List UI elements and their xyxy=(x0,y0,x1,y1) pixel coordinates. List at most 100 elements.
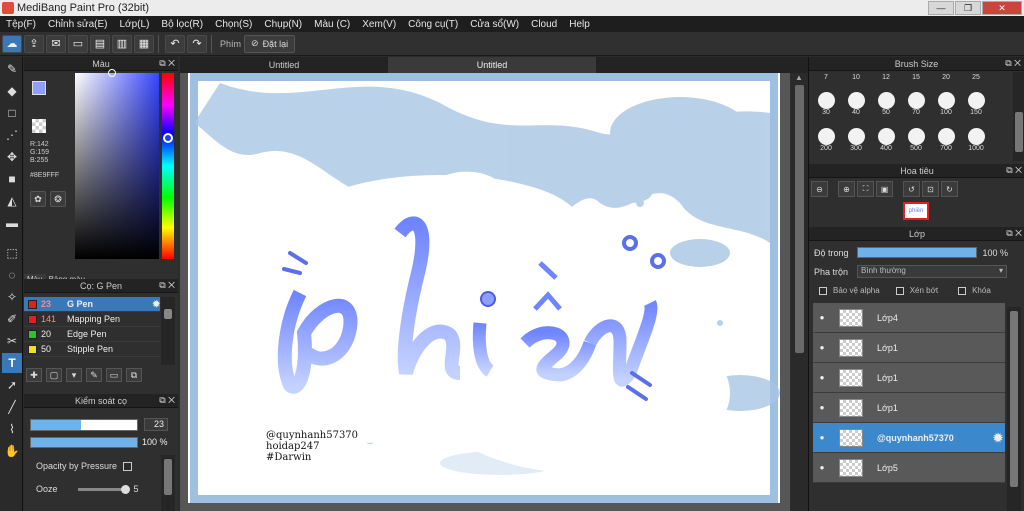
menu-file[interactable]: Tệp(F) xyxy=(0,19,42,30)
menu-view[interactable]: Xem(V) xyxy=(356,19,402,30)
reset-button[interactable]: ⊘ Đặt lại xyxy=(244,34,296,53)
upload-icon[interactable]: ⇪ xyxy=(24,34,44,53)
tab-untitled-1[interactable]: Untitled xyxy=(180,57,388,73)
cloud-icon[interactable]: ☁ xyxy=(2,34,22,53)
canvas-vertical-scrollbar[interactable]: ▲ xyxy=(791,73,808,511)
slider-knob[interactable] xyxy=(120,484,130,494)
brush-item-g-pen[interactable]: 23 G Pen ✹ xyxy=(24,297,160,312)
saturation-value-picker[interactable] xyxy=(75,73,159,259)
size-preset-200[interactable]: 200 xyxy=(811,128,841,154)
gradient-tool-icon[interactable]: ▬ xyxy=(2,213,22,233)
foreground-color-swatch[interactable] xyxy=(32,81,46,95)
size-preset-150[interactable]: 150 xyxy=(961,92,991,118)
gear-icon[interactable]: ✹ xyxy=(993,431,1003,445)
layer-row[interactable]: ● Lớp1 xyxy=(813,393,1005,423)
size-preset-400[interactable]: 400 xyxy=(871,128,901,154)
palette-icon[interactable]: ✿ xyxy=(30,191,46,207)
lock-checkbox[interactable] xyxy=(958,286,967,295)
visibility-icon[interactable]: ● xyxy=(813,403,831,412)
fill-rect-tool-icon[interactable]: ■ xyxy=(2,169,22,189)
layer-row[interactable]: ● Lớp5 xyxy=(813,453,1005,483)
scroll-thumb[interactable] xyxy=(1010,311,1018,487)
menu-window[interactable]: Cửa sổ(W) xyxy=(464,19,525,30)
comment-icon[interactable]: ✉ xyxy=(46,34,66,53)
hue-slider[interactable] xyxy=(162,73,174,259)
blend-mode-select[interactable]: Bình thường xyxy=(857,265,1008,278)
brush-size-value[interactable]: 23 xyxy=(144,418,168,431)
menu-edit[interactable]: Chỉnh sửa(E) xyxy=(42,19,114,30)
opacity-pressure-checkbox[interactable] xyxy=(123,461,133,471)
folder-icon[interactable]: ▭ xyxy=(106,368,122,382)
visibility-icon[interactable]: ● xyxy=(813,313,831,322)
size-preset-300[interactable]: 300 xyxy=(841,128,871,154)
brush-tool-icon[interactable]: ✎ xyxy=(2,59,22,79)
rotate-left-icon[interactable]: ↺ xyxy=(903,181,920,197)
visibility-icon[interactable]: ● xyxy=(813,433,831,442)
size-preset-30[interactable]: 30 xyxy=(811,92,841,118)
visibility-icon[interactable]: ● xyxy=(813,463,831,472)
eraser-tool-icon[interactable]: ◆ xyxy=(2,81,22,101)
menu-color[interactable]: Màu (C) xyxy=(308,19,356,30)
size-preset-500[interactable]: 500 xyxy=(901,128,931,154)
undo-icon[interactable]: ↶ xyxy=(165,34,185,53)
actual-size-icon[interactable]: ▣ xyxy=(876,181,893,197)
add-brush-icon[interactable]: ✚ xyxy=(26,368,42,382)
visibility-icon[interactable]: ● xyxy=(813,373,831,382)
sv-cursor[interactable] xyxy=(108,69,116,77)
menu-tools[interactable]: Công cụ(T) xyxy=(402,19,464,30)
document-icon[interactable]: ▭ xyxy=(68,34,88,53)
ooze-slider[interactable] xyxy=(77,484,130,494)
magic-wand-tool-icon[interactable]: ✧ xyxy=(2,287,22,307)
layer-row[interactable]: ● Lớp4 xyxy=(813,303,1005,333)
scroll-thumb[interactable] xyxy=(164,309,172,319)
page-icon[interactable]: ▤ xyxy=(90,34,110,53)
clipping-checkbox[interactable] xyxy=(895,286,904,295)
visibility-icon[interactable]: ● xyxy=(813,343,831,352)
fit-icon[interactable]: ⛶ xyxy=(857,181,874,197)
menu-select[interactable]: Chọn(S) xyxy=(209,19,258,30)
operation-tool-icon[interactable]: ➚ xyxy=(2,375,22,395)
panel-controls-icon[interactable]: ⧉ ✕ xyxy=(1006,165,1022,176)
eyedropper-tool-icon[interactable]: ⌇ xyxy=(2,419,22,439)
edit-brush-icon[interactable]: ✎ xyxy=(86,368,102,382)
color-wheel-icon[interactable]: ❂ xyxy=(50,191,66,207)
brush-item-edge-pen[interactable]: 20 Edge Pen xyxy=(24,327,160,342)
reset-view-icon[interactable]: ⊡ xyxy=(922,181,939,197)
select-pen-tool-icon[interactable]: ✐ xyxy=(2,309,22,329)
panel-controls-icon[interactable]: ⧉ ✕ xyxy=(159,280,175,291)
text-tool-icon[interactable]: T xyxy=(2,353,22,373)
move-tool-icon[interactable]: ✥ xyxy=(2,147,22,167)
layer-list-scrollbar[interactable] xyxy=(1007,307,1021,511)
panel-controls-icon[interactable]: ⧉ ✕ xyxy=(159,395,175,406)
layout-icon[interactable]: ▥ xyxy=(112,34,132,53)
brush-size-slider[interactable] xyxy=(30,419,138,431)
layer-row-selected[interactable]: ● @quynhanh57370 ✹ xyxy=(813,423,1005,453)
protect-alpha-checkbox[interactable] xyxy=(819,286,827,295)
select-eraser-tool-icon[interactable]: ✂ xyxy=(2,331,22,351)
redo-icon[interactable]: ↷ xyxy=(187,34,207,53)
rotate-right-icon[interactable]: ↻ xyxy=(941,181,958,197)
menu-cloud[interactable]: Cloud xyxy=(525,19,563,30)
bucket-tool-icon[interactable]: ◭ xyxy=(2,191,22,211)
layer-row[interactable]: ● Lớp1 xyxy=(813,363,1005,393)
panel-controls-icon[interactable]: ⧉ ✕ xyxy=(1006,228,1022,239)
size-preset-1000[interactable]: 1000 xyxy=(961,128,991,154)
scroll-thumb[interactable] xyxy=(1015,112,1023,152)
hue-cursor[interactable] xyxy=(163,133,173,143)
brush-control-scrollbar[interactable] xyxy=(161,455,175,511)
scroll-thumb[interactable] xyxy=(164,459,172,495)
new-brush-icon[interactable]: ▢ xyxy=(46,368,62,382)
minimize-button[interactable]: — xyxy=(928,1,954,15)
transparent-swatch[interactable] xyxy=(32,119,46,133)
canvas-area[interactable]: @quynhanh57370 hoidap247 #Darwin xyxy=(180,73,790,511)
menu-filter[interactable]: Bộ lọc(R) xyxy=(155,19,209,30)
size-preset-40[interactable]: 40 xyxy=(841,92,871,118)
layer-row[interactable]: ● Lớp1 xyxy=(813,333,1005,363)
brush-opacity-slider[interactable] xyxy=(30,437,138,448)
size-preset-700[interactable]: 700 xyxy=(931,128,961,154)
menu-snap[interactable]: Chụp(N) xyxy=(258,19,308,30)
zoom-out-icon[interactable]: ⊖ xyxy=(811,181,828,197)
brush-menu-icon[interactable]: ▾ xyxy=(66,368,82,382)
maximize-button[interactable]: ❐ xyxy=(955,1,981,15)
lasso-tool-icon[interactable]: ◌ xyxy=(2,265,22,285)
